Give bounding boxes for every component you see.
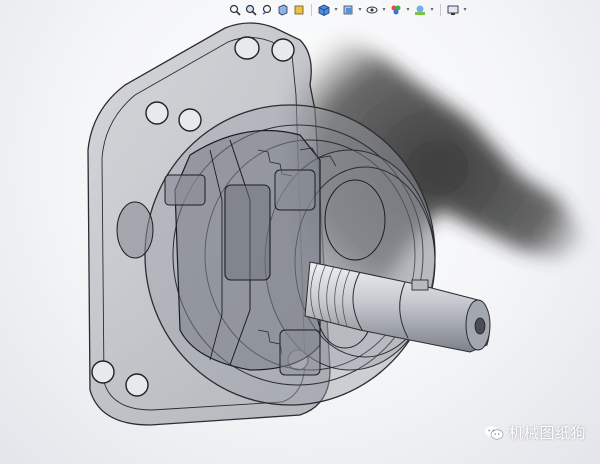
chevron-down-icon[interactable]: ▾: [381, 3, 387, 17]
chevron-down-icon[interactable]: ▾: [429, 3, 435, 17]
watermark: 机械图纸狗: [484, 422, 586, 443]
chevron-down-icon[interactable]: ▾: [357, 3, 363, 17]
bolt-hole: [91, 360, 115, 384]
zoom-to-fit-icon[interactable]: [228, 3, 242, 17]
bolt-hole: [145, 101, 169, 125]
zoom-to-area-icon[interactable]: [244, 3, 258, 17]
bolt-hole: [125, 373, 149, 397]
heads-up-view-toolbar: ▾ ▾ ▾ ▾ ▾ ▾: [228, 1, 468, 18]
appearance-icon[interactable]: [389, 3, 403, 17]
toolbar-separator: [311, 3, 312, 16]
eye-icon[interactable]: [365, 3, 379, 17]
monitor-icon[interactable]: [446, 3, 460, 17]
display-style-icon[interactable]: [341, 3, 355, 17]
bolt-hole: [178, 108, 202, 132]
graphics-viewport[interactable]: [0, 0, 600, 464]
wechat-icon: [485, 425, 504, 440]
shaft-center-hole: [474, 317, 486, 335]
shaft-key: [411, 279, 429, 291]
watermark-text: 机械图纸狗: [508, 424, 586, 442]
chevron-down-icon[interactable]: ▾: [405, 3, 411, 17]
scene-icon[interactable]: [413, 3, 427, 17]
annotation-icon[interactable]: [292, 3, 306, 17]
bolt-hole: [271, 38, 295, 62]
section-view-icon[interactable]: [276, 3, 290, 17]
cube-icon[interactable]: [317, 3, 331, 17]
chevron-down-icon[interactable]: ▾: [462, 3, 468, 17]
bolt-hole: [234, 36, 260, 60]
toolbar-separator: [440, 3, 441, 16]
previous-view-icon[interactable]: [260, 3, 274, 17]
chevron-down-icon[interactable]: ▾: [333, 3, 339, 17]
